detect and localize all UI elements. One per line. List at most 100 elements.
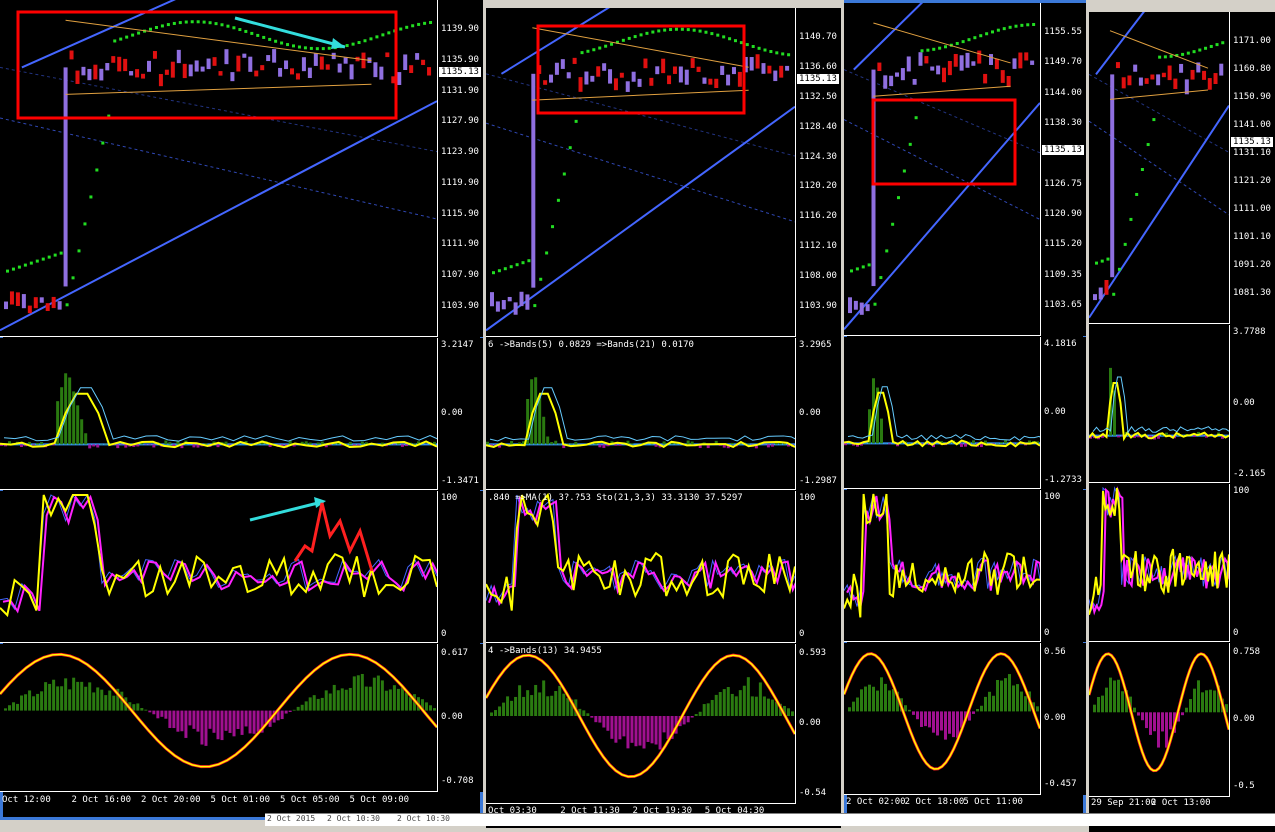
sar-dot — [280, 41, 283, 44]
sar-dot — [12, 268, 15, 271]
histogram-bar — [20, 444, 23, 447]
axis-tick-label: 1111.90 — [441, 239, 479, 249]
sar-dot — [598, 47, 601, 50]
oscillator-bar — [1201, 692, 1204, 712]
oscillator-bar — [1213, 691, 1216, 713]
chart-window-2[interactable]: _ □ × 1140.701136.601132.501128.401124.3… — [486, 8, 841, 828]
candle — [201, 67, 205, 72]
oscillator-bar — [876, 691, 879, 712]
stochastic-pane[interactable]: 1000 — [844, 490, 1086, 642]
candle — [135, 69, 139, 77]
axis-tick-label: -0.457 — [1044, 779, 1077, 789]
candle — [28, 306, 32, 314]
oscillator-bar — [1197, 680, 1200, 712]
oscillator-bar — [490, 712, 493, 716]
candle — [508, 297, 512, 301]
oscillator-bar — [944, 711, 947, 739]
bands-pane[interactable]: 3.21470.00-1.3471 — [0, 338, 483, 490]
sar-dot — [1187, 52, 1190, 55]
histogram-bar — [542, 417, 545, 445]
annotation-zigzag — [295, 503, 372, 571]
oscillator-bar — [743, 686, 746, 716]
bands-pane[interactable]: 3.77880.00-2.165 — [1089, 325, 1275, 483]
candle — [661, 59, 665, 73]
sar-dot — [850, 269, 853, 272]
sar-dot — [268, 38, 271, 41]
oscillator-bar — [498, 706, 501, 716]
candle — [983, 74, 987, 83]
oscillator-bar — [237, 711, 240, 729]
candle — [726, 75, 730, 86]
sar-dot — [740, 41, 743, 44]
histogram-bar — [321, 442, 324, 445]
axis-tick-label: 1149.70 — [1044, 57, 1082, 67]
candle — [889, 76, 893, 86]
candle — [224, 49, 228, 64]
oscillator-bar — [992, 696, 995, 712]
candle — [971, 61, 975, 65]
stochastic-pane[interactable]: .840 =>MA(1) 3?.?53 Sto(21,3,3) 33.3130 … — [486, 491, 841, 643]
candle — [254, 71, 258, 77]
candle — [1191, 70, 1195, 80]
oscillator-pane[interactable]: 0.560.00-0.457 — [844, 643, 1086, 795]
oscillator-bar — [1024, 696, 1027, 711]
price-pane[interactable]: 1171.001160.801150.901141.001131.101121.… — [1089, 12, 1275, 324]
sar-dot — [634, 35, 637, 38]
current-price-label: 1135.13 — [797, 74, 839, 84]
oscillator-bar — [104, 695, 107, 710]
bands-pane[interactable]: 4.18160.00-1.2733 — [844, 337, 1086, 489]
sar-dot — [1118, 268, 1121, 271]
candle — [966, 53, 970, 68]
oscillator-bar — [739, 690, 742, 716]
sar-dot — [256, 34, 259, 37]
oscillator-bar — [381, 680, 384, 710]
oscillator-bar — [984, 697, 987, 712]
sar-dot — [149, 28, 152, 31]
oscillator-bar — [425, 702, 428, 710]
histogram-bar — [104, 444, 107, 445]
bands-pane[interactable]: 6 ->Bands(5) 0.0829 =>Bands(21) 0.0170 3… — [486, 338, 841, 490]
price-pane[interactable]: 1139.901135.901131.901127.901123.901119.… — [0, 0, 483, 337]
sar-dot — [962, 40, 965, 43]
oscillator-bar — [594, 716, 597, 722]
price-pane[interactable]: 1155.551149.701144.001138.301132.451126.… — [844, 3, 1086, 336]
time-tick-label: 2 Oct 02:00 — [846, 797, 906, 807]
sar-dot — [539, 278, 542, 281]
sar-dot — [610, 43, 613, 46]
candle — [907, 56, 911, 71]
stochastic-pane[interactable]: 1000 — [0, 491, 483, 643]
oscillator-bar — [405, 692, 408, 710]
axis-tick-label: 3.2965 — [799, 340, 832, 350]
candle — [1018, 53, 1022, 69]
price-pane[interactable]: 1140.701136.601132.501128.401124.301120.… — [486, 8, 841, 337]
histogram-bar — [357, 444, 360, 445]
oscillator-bar — [550, 696, 553, 716]
candle — [567, 72, 571, 78]
oscillator-bar — [1109, 678, 1112, 713]
oscillator-bar — [44, 682, 47, 710]
sar-dot — [286, 43, 289, 46]
histogram-bar — [80, 419, 83, 444]
sar-dot — [581, 51, 584, 54]
stochastic-pane[interactable]: 1000 — [1089, 484, 1275, 642]
oscillator-bar — [409, 697, 412, 710]
oscillator-bar — [518, 685, 521, 716]
oscillator-bar — [731, 694, 734, 716]
chart-window-1[interactable]: 1139.901135.901131.901127.901123.901119.… — [0, 0, 483, 820]
histogram-bar — [393, 444, 396, 445]
chart-window-3[interactable]: 1155.551149.701144.001138.301132.451126.… — [844, 0, 1086, 820]
oscillator-pane[interactable]: 0.7580.00-0.5 — [1089, 643, 1275, 797]
time-tick-label: 2 Oct 20:00 — [141, 795, 201, 805]
sar-dot — [921, 49, 924, 52]
sar-dot — [504, 267, 507, 270]
chart-window-4[interactable]: 1171.001160.801150.901141.001131.101121.… — [1089, 12, 1275, 832]
oscillator-bar — [586, 713, 589, 716]
price-chart — [0, 0, 437, 337]
axis-tick-label: 1144.00 — [1044, 88, 1082, 98]
oscillator-pane[interactable]: 0.6170.00-0.708 — [0, 644, 483, 792]
candle — [679, 67, 683, 83]
current-price-label: 1135.13 — [439, 67, 481, 77]
oscillator-pane[interactable]: 4 ->Bands(13) 34.9455 0.5930.00-0.54 — [486, 644, 841, 804]
oscillator-bar — [996, 680, 999, 711]
sar-dot — [215, 22, 218, 25]
